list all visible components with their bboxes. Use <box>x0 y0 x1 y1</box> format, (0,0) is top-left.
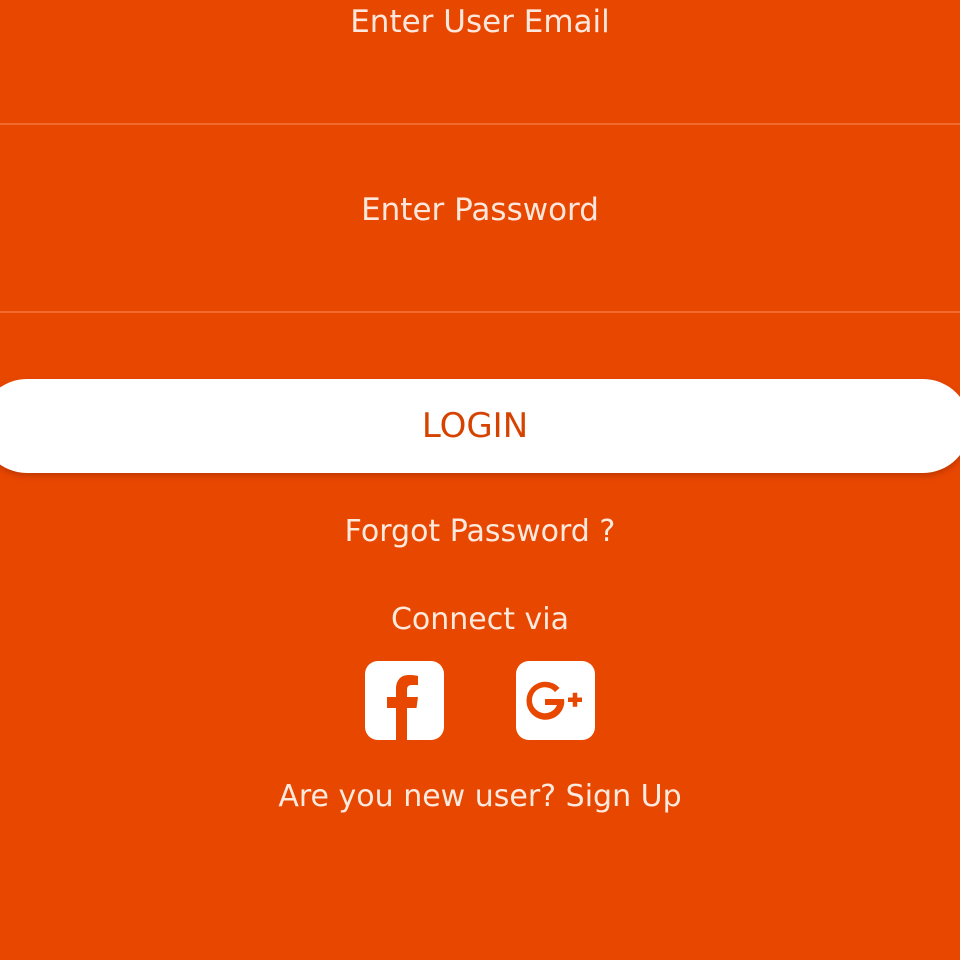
email-field[interactable] <box>0 0 960 44</box>
forgot-password-link[interactable]: Forgot Password ? <box>0 514 960 549</box>
email-field-container <box>0 0 960 125</box>
facebook-icon <box>387 675 418 740</box>
password-field[interactable] <box>0 188 960 232</box>
google-plus-login-button[interactable] <box>516 661 595 740</box>
sign-up-link[interactable]: Are you new user? Sign Up <box>0 779 960 814</box>
facebook-login-button[interactable] <box>365 661 444 740</box>
login-button[interactable]: LOGIN <box>0 379 960 473</box>
connect-via-heading: Connect via <box>390 602 570 637</box>
login-button-label: LOGIN <box>421 406 529 446</box>
login-screen: LOGIN Forgot Password ? Connect via Are … <box>0 0 960 960</box>
google-plus-icon <box>526 681 582 720</box>
password-field-container <box>0 188 960 313</box>
